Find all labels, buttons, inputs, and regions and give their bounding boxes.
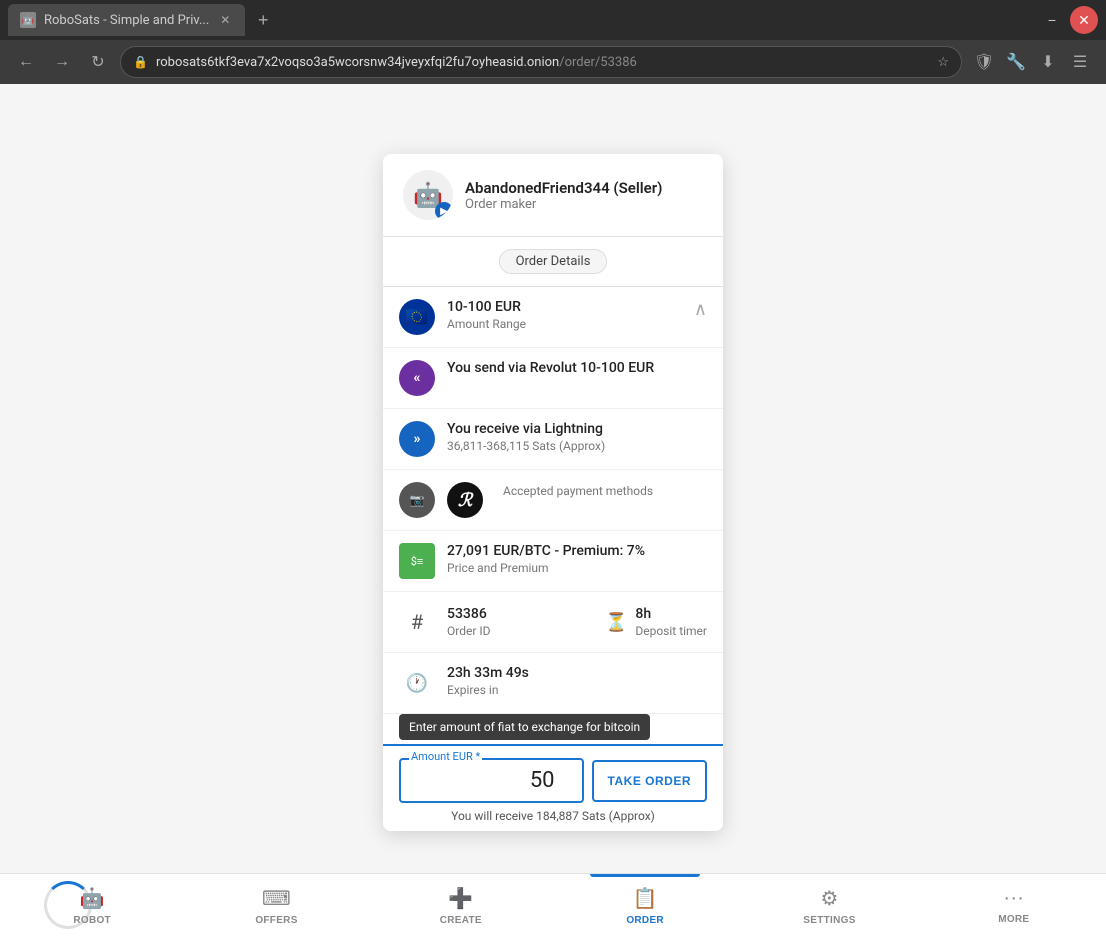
deposit-timer-sub: Deposit timer — [635, 624, 707, 638]
receive-content: You receive via Lightning 36,811-368,115… — [447, 421, 707, 453]
order-details-chip: Order Details — [499, 249, 608, 274]
ssl-lock-icon: 🔒 — [133, 55, 148, 69]
order-maker-label: Order maker — [465, 197, 703, 212]
order-icon: 📋 — [633, 886, 658, 911]
download-icon[interactable]: ⬇ — [1034, 48, 1062, 76]
create-icon: ➕ — [448, 886, 473, 911]
header-info: AbandonedFriend344 (Seller) Order maker — [465, 179, 703, 212]
tooltip: Enter amount of fiat to exchange for bit… — [399, 714, 650, 740]
eu-flag-icon: 🇪🇺 — [399, 299, 435, 335]
expires-row: 🕐 23h 33m 49s Expires in — [383, 653, 723, 714]
nav-create[interactable]: ➕ CREATE — [369, 874, 553, 937]
payment-content: Accepted payment methods — [503, 482, 707, 498]
forward-button[interactable]: → — [48, 48, 76, 76]
amount-range-value: 10-100 EUR — [447, 299, 682, 315]
nav-order[interactable]: 📋 ORDER — [553, 874, 737, 937]
expires-sub: Expires in — [447, 683, 707, 697]
receive-row: » You receive via Lightning 36,811-368,1… — [383, 409, 723, 470]
amount-range-content: 10-100 EUR Amount Range — [447, 299, 682, 331]
expires-content: 23h 33m 49s Expires in — [447, 665, 707, 697]
nav-robot[interactable]: 🤖 ROBOT — [0, 874, 184, 937]
browser-navbar: ← → ↻ 🔒 robosats6tkf3eva7x2voqso3a5wcors… — [0, 40, 1106, 84]
amount-label: Amount EUR * — [409, 750, 482, 763]
price-icon: $≡ — [399, 543, 435, 579]
tab-close-button[interactable]: ✕ — [217, 12, 233, 28]
card-header: 🤖 ▶ AbandonedFriend344 (Seller) Order ma… — [383, 154, 723, 237]
avatar: 🤖 ▶ — [403, 170, 453, 220]
order-id-content: 53386 Order ID — [447, 606, 593, 638]
receive-sats: 36,811-368,115 Sats (Approx) — [447, 439, 707, 453]
browser-tab[interactable]: 🤖 RoboSats - Simple and Priv... ✕ — [8, 4, 245, 36]
price-content: 27,091 EUR/BTC - Premium: 7% Price and P… — [447, 543, 707, 575]
window-controls: − ✕ — [1038, 6, 1098, 34]
clock-icon: 🕐 — [399, 665, 435, 701]
browser-titlebar: 🤖 RoboSats - Simple and Priv... ✕ + − ✕ — [0, 0, 1106, 40]
more-icon: ··· — [1003, 887, 1024, 910]
lightning-icon: » — [399, 421, 435, 457]
avatar-badge: ▶ — [435, 202, 453, 220]
bookmark-icon[interactable]: ☆ — [937, 55, 949, 70]
payment-sub: Accepted payment methods — [503, 484, 707, 498]
deposit-timer-group: ⏳ 8h Deposit timer — [605, 606, 707, 638]
receive-result-text: You will receive 184,887 Sats (Approx) — [399, 809, 707, 823]
take-order-button[interactable]: TAKE ORDER — [592, 760, 707, 802]
order-id-sub: Order ID — [447, 624, 593, 638]
robot-icon: 🤖 — [80, 886, 105, 911]
address-text: robosats6tkf3eva7x2voqso3a5wcorsnw34jvey… — [156, 55, 929, 70]
amount-range-row: 🇪🇺 10-100 EUR Amount Range ∧ — [383, 287, 723, 348]
revolut-logo: ℛ — [447, 482, 483, 518]
order-id-row: # 53386 Order ID ⏳ 8h Deposit timer — [383, 592, 723, 653]
offers-icon: ⌨ — [262, 886, 291, 911]
tab-favicon: 🤖 — [20, 12, 36, 28]
extension-icon[interactable]: 🔧 — [1002, 48, 1030, 76]
seller-name: AbandonedFriend344 (Seller) — [465, 179, 703, 197]
deposit-timer-value: 8h — [635, 606, 707, 622]
order-id-value: 53386 — [447, 606, 593, 622]
amount-input[interactable] — [413, 768, 570, 793]
menu-button[interactable]: ☰ — [1066, 48, 1094, 76]
hash-icon: # — [399, 604, 435, 640]
send-value: You send via Revolut 10-100 EUR — [447, 360, 707, 376]
shield-icon[interactable]: 🛡 — [970, 48, 998, 76]
amount-range-label: Amount Range — [447, 317, 682, 331]
tab-title: RoboSats - Simple and Priv... — [44, 13, 209, 28]
tooltip-container: Enter amount of fiat to exchange for bit… — [383, 714, 723, 744]
settings-icon: ⚙ — [820, 886, 838, 911]
nav-toolbar-icons: 🛡 🔧 ⬇ ☰ — [970, 48, 1094, 76]
expand-icon[interactable]: ∧ — [694, 299, 707, 320]
reload-button[interactable]: ↻ — [84, 48, 112, 76]
receive-label: You receive via Lightning — [447, 421, 707, 437]
new-tab-button[interactable]: + — [249, 6, 277, 34]
price-sub: Price and Premium — [447, 561, 707, 575]
page-content: 🤖 ▶ AbandonedFriend344 (Seller) Order ma… — [0, 84, 1106, 937]
minimize-button[interactable]: − — [1038, 6, 1066, 34]
send-row: « You send via Revolut 10-100 EUR — [383, 348, 723, 409]
input-area: Amount EUR * TAKE ORDER You will receive… — [383, 744, 723, 831]
back-button[interactable]: ← — [12, 48, 40, 76]
hourglass-icon: ⏳ — [605, 612, 627, 633]
input-row: Amount EUR * TAKE ORDER — [399, 758, 707, 803]
chip-container: Order Details — [383, 237, 723, 287]
nav-settings[interactable]: ⚙ SETTINGS — [737, 874, 921, 937]
payment-icon: 📷 — [399, 482, 435, 518]
order-card: 🤖 ▶ AbandonedFriend344 (Seller) Order ma… — [383, 154, 723, 831]
price-row: $≡ 27,091 EUR/BTC - Premium: 7% Price an… — [383, 531, 723, 592]
revolut-in-icon: « — [399, 360, 435, 396]
send-content: You send via Revolut 10-100 EUR — [447, 360, 707, 376]
close-window-button[interactable]: ✕ — [1070, 6, 1098, 34]
price-value: 27,091 EUR/BTC - Premium: 7% — [447, 543, 707, 559]
nav-offers[interactable]: ⌨ OFFERS — [184, 874, 368, 937]
deposit-timer-content: 8h Deposit timer — [635, 606, 707, 638]
amount-input-wrapper: Amount EUR * — [399, 758, 584, 803]
address-bar[interactable]: 🔒 robosats6tkf3eva7x2voqso3a5wcorsnw34jv… — [120, 46, 962, 78]
payment-method-row: 📷 ℛ Accepted payment methods — [383, 470, 723, 531]
nav-more[interactable]: ··· MORE — [922, 874, 1106, 937]
bottom-nav: 🤖 ROBOT ⌨ OFFERS ➕ CREATE 📋 ORDER ⚙ SETT… — [0, 873, 1106, 937]
expires-value: 23h 33m 49s — [447, 665, 707, 681]
